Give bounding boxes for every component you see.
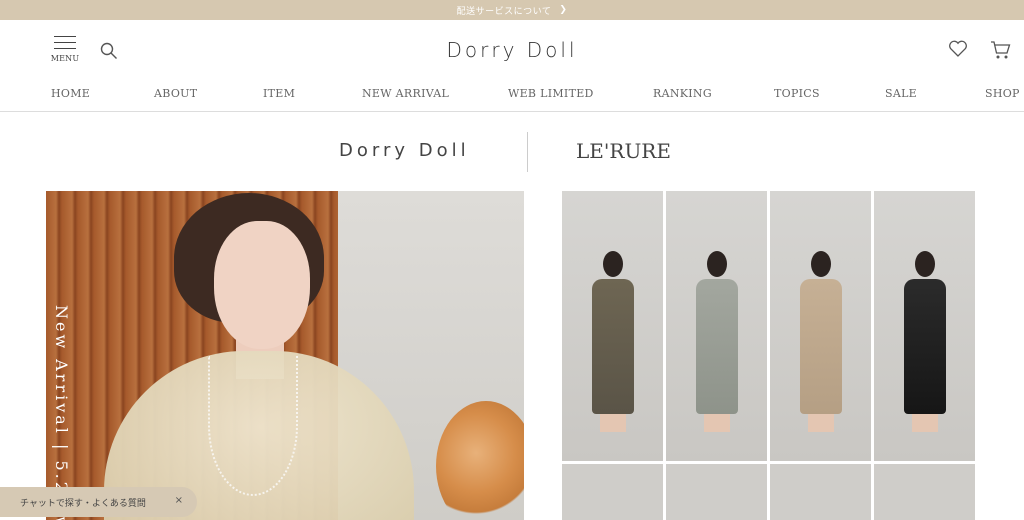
nav-item-home[interactable]: HOME <box>51 87 90 100</box>
site-header: MENU Dorry Doll <box>0 20 1024 82</box>
nav-item-new-arrival[interactable]: NEW ARRIVAL <box>362 87 449 100</box>
chat-widget-button[interactable]: チャットで探す・よくある質問 × <box>0 487 197 517</box>
cart-icon[interactable] <box>990 40 1012 64</box>
main-nav: HOME ABOUT ITEM NEW ARRIVAL WEB LIMITED … <box>0 82 1024 112</box>
brand-lerure[interactable]: LE'RURE <box>576 139 671 163</box>
model-panel-4 <box>874 191 975 461</box>
close-icon[interactable]: × <box>175 495 183 506</box>
nav-item-ranking[interactable]: RANKING <box>653 87 712 100</box>
pearl-necklace <box>208 356 298 496</box>
brand-divider <box>527 132 528 172</box>
nav-item-shop[interactable]: SHOP <box>985 87 1020 100</box>
model-face <box>214 221 310 349</box>
nav-item-about[interactable]: ABOUT <box>154 87 197 100</box>
hero-banner-dorry-doll[interactable] <box>46 191 524 520</box>
nav-item-web-limited[interactable]: WEB LIMITED <box>508 87 594 100</box>
nav-item-item[interactable]: ITEM <box>263 87 295 100</box>
heart-icon[interactable] <box>948 40 968 62</box>
brand-switcher: Dorry Doll LE'RURE <box>0 112 1024 192</box>
model-panel-2 <box>666 191 767 461</box>
brand-dorry-doll[interactable]: Dorry Doll <box>339 140 470 161</box>
nav-item-sale[interactable]: SALE <box>885 87 917 100</box>
hero-banner-lerure[interactable] <box>562 191 975 520</box>
nav-item-topics[interactable]: TOPICS <box>774 87 820 100</box>
announcement-text: 配送サービスについて <box>456 6 552 17</box>
announcement-bar[interactable]: 配送サービスについて ❯ <box>0 0 1024 20</box>
chat-label: チャットで探す・よくある質問 <box>20 498 146 509</box>
model-panel-1 <box>562 191 663 461</box>
model-panel-3 <box>770 191 871 461</box>
chevron-right-icon: ❯ <box>559 5 568 15</box>
site-logo[interactable]: Dorry Doll <box>0 38 1024 62</box>
